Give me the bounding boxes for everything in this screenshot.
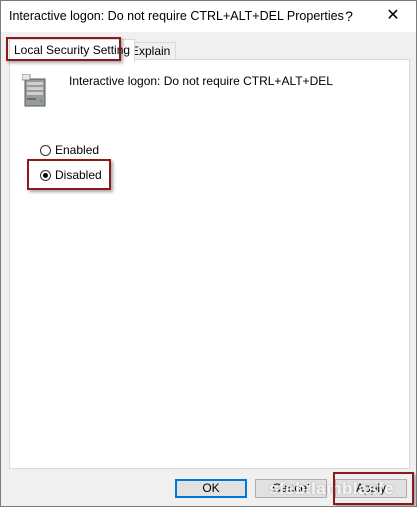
ok-button[interactable]: OK — [175, 479, 247, 498]
cancel-button[interactable]: Cancel — [255, 479, 327, 498]
radio-enabled[interactable]: Enabled — [40, 142, 99, 158]
radio-disabled[interactable]: Disabled — [40, 167, 102, 183]
title-bar: Interactive logon: Do not require CTRL+A… — [1, 1, 416, 32]
radio-disabled-label: Disabled — [55, 168, 102, 182]
radio-enabled-label: Enabled — [55, 143, 100, 157]
apply-button[interactable]: Apply — [335, 479, 407, 498]
policy-name: Interactive logon: Do not require CTRL+A… — [69, 74, 333, 88]
tab-local-security-setting[interactable]: Local Security Setting — [9, 39, 136, 62]
properties-dialog: Interactive logon: Do not require CTRL+A… — [0, 0, 417, 507]
radio-disabled-circle[interactable] — [40, 169, 51, 181]
help-button[interactable]: ? — [339, 6, 359, 26]
close-button[interactable]: ✕ — [375, 3, 411, 29]
radio-enabled-circle[interactable] — [40, 144, 51, 156]
server-icon — [22, 74, 46, 107]
tab-panel: Interactive logon: Do not require CTRL+A… — [9, 59, 410, 469]
dialog-title: Interactive logon: Do not require CTRL+A… — [9, 9, 344, 23]
